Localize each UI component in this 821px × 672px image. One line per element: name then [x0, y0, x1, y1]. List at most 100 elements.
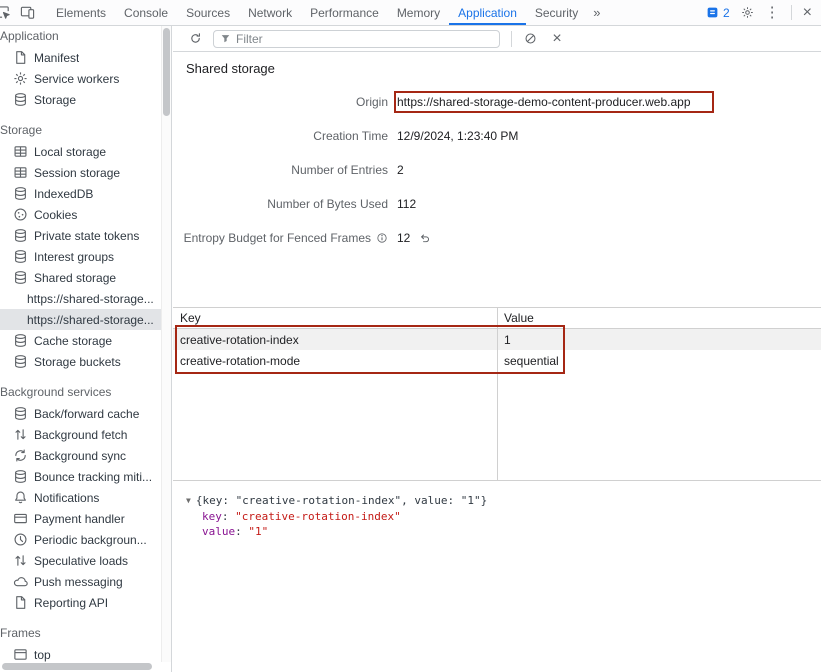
- more-tabs-icon[interactable]: »: [587, 0, 606, 25]
- tab-elements[interactable]: Elements: [47, 0, 115, 25]
- column-divider[interactable]: [497, 308, 498, 480]
- sidebar-item-reporting-api[interactable]: Reporting API: [0, 592, 171, 613]
- field-label: Origin: [173, 95, 388, 109]
- sidebar-item-back-forward-cache[interactable]: Back/forward cache: [0, 403, 171, 424]
- sidebar-item-payment-handler[interactable]: Payment handler: [0, 508, 171, 529]
- delete-selected-button[interactable]: ×: [548, 30, 566, 48]
- sidebar-item-background-sync[interactable]: Background sync: [0, 445, 171, 466]
- sidebar-horizontal-scrollbar-thumb[interactable]: [2, 663, 152, 670]
- sidebar-item-storage[interactable]: Storage: [0, 89, 171, 110]
- preview-property: value"1": [186, 524, 821, 540]
- sidebar-item-label: Back/forward cache: [34, 407, 139, 421]
- sidebar-item-cache-storage[interactable]: Cache storage: [0, 330, 171, 351]
- devtools-window: Elements Console Sources Network Perform…: [0, 0, 821, 672]
- preview-summary: {key: "creative-rotation-index", value: …: [196, 494, 487, 507]
- sidebar-item-interest-groups[interactable]: Interest groups: [0, 246, 171, 267]
- up-down-arrows-icon: [13, 553, 28, 568]
- sidebar-item-label: Background fetch: [34, 428, 127, 442]
- field-number-of-entries: Number of Entries 2: [173, 153, 821, 187]
- refresh-icon: [189, 32, 202, 45]
- shared-storage-toolbar: ×: [173, 26, 821, 52]
- sidebar-item-label: Notifications: [34, 491, 99, 505]
- database-icon: [13, 186, 28, 201]
- sidebar-item-bounce-tracking-mitigations[interactable]: Bounce tracking miti...: [0, 466, 171, 487]
- tab-label: Memory: [397, 6, 440, 20]
- cookie-icon: [13, 207, 28, 222]
- info-icon[interactable]: [376, 232, 388, 244]
- sidebar-item-label: Storage buckets: [34, 355, 121, 369]
- tab-performance[interactable]: Performance: [301, 0, 388, 25]
- database-icon: [13, 469, 28, 484]
- sidebar-item-private-state-tokens[interactable]: Private state tokens: [0, 225, 171, 246]
- sidebar-item-shared-storage-origin-2-selected[interactable]: https://shared-storage...: [0, 309, 171, 330]
- tab-label: Network: [248, 6, 292, 20]
- sidebar-item-push-messaging[interactable]: Push messaging: [0, 571, 171, 592]
- column-header-value[interactable]: Value: [497, 311, 534, 325]
- sidebar-item-indexeddb[interactable]: IndexedDB: [0, 183, 171, 204]
- sidebar-item-label: Service workers: [34, 72, 119, 86]
- sidebar-item-label: Reporting API: [34, 596, 108, 610]
- settings-gear-icon[interactable]: [741, 6, 754, 19]
- tab-security[interactable]: Security: [526, 0, 587, 25]
- sidebar-vertical-scrollbar-thumb[interactable]: [163, 28, 170, 116]
- payment-card-icon: [13, 511, 28, 526]
- column-header-key[interactable]: Key: [173, 311, 497, 325]
- preview-summary-line[interactable]: ▼ {key: "creative-rotation-index", value:…: [186, 493, 821, 509]
- tab-network[interactable]: Network: [239, 0, 301, 25]
- tab-console[interactable]: Console: [115, 0, 177, 25]
- collapse-triangle-icon[interactable]: ▼: [186, 493, 191, 509]
- toolbar-divider: [791, 5, 792, 20]
- sidebar-item-background-fetch[interactable]: Background fetch: [0, 424, 171, 445]
- sidebar-item-label: Private state tokens: [34, 229, 139, 243]
- database-icon: [13, 406, 28, 421]
- tab-sources[interactable]: Sources: [177, 0, 239, 25]
- sidebar-item-cookies[interactable]: Cookies: [0, 204, 171, 225]
- reset-budget-icon[interactable]: [419, 232, 431, 244]
- issues-count: 2: [723, 6, 730, 20]
- block-icon: [524, 32, 537, 45]
- filter-funnel-icon: [220, 33, 231, 44]
- sidebar-item-notifications[interactable]: Notifications: [0, 487, 171, 508]
- sidebar-item-service-workers[interactable]: Service workers: [0, 68, 171, 89]
- property-value: "creative-rotation-index": [235, 510, 401, 523]
- field-label: Creation Time: [173, 129, 388, 143]
- close-devtools-icon[interactable]: ×: [803, 5, 812, 21]
- sidebar-item-periodic-background-sync[interactable]: Periodic backgroun...: [0, 529, 171, 550]
- inspect-element-icon[interactable]: [0, 5, 11, 20]
- section-frames: Frames top: [0, 623, 171, 665]
- tab-label: Application: [458, 6, 517, 20]
- sidebar-item-shared-storage[interactable]: Shared storage: [0, 267, 171, 288]
- database-icon: [13, 354, 28, 369]
- sidebar-item-speculative-loads[interactable]: Speculative loads: [0, 550, 171, 571]
- toolbar-divider: [511, 31, 512, 47]
- field-label-text: Entropy Budget for Fenced Frames: [184, 231, 371, 245]
- sidebar-item-label: Cache storage: [34, 334, 112, 348]
- bell-icon: [13, 490, 28, 505]
- issues-icon: [706, 6, 719, 19]
- more-options-icon[interactable]: ⋮: [765, 5, 780, 20]
- manifest-icon: [13, 50, 28, 65]
- delete-all-button[interactable]: [521, 30, 539, 48]
- field-creation-time: Creation Time 12/9/2024, 1:23:40 PM: [173, 119, 821, 153]
- sidebar-item-label: Push messaging: [34, 575, 123, 589]
- sidebar-item-top-frame[interactable]: top: [0, 644, 171, 665]
- tab-memory[interactable]: Memory: [388, 0, 449, 25]
- sidebar-item-manifest[interactable]: Manifest: [0, 47, 171, 68]
- sidebar-item-label: Speculative loads: [34, 554, 128, 568]
- sidebar-item-session-storage[interactable]: Session storage: [0, 162, 171, 183]
- issues-counter[interactable]: 2: [706, 6, 730, 20]
- refresh-button[interactable]: [186, 30, 204, 48]
- service-worker-icon: [13, 71, 28, 86]
- sidebar-item-storage-buckets[interactable]: Storage buckets: [0, 351, 171, 372]
- section-title-background-services: Background services: [0, 382, 171, 403]
- filter-input[interactable]: [236, 32, 493, 46]
- sidebar-item-label: Session storage: [34, 166, 120, 180]
- preview-property: key"creative-rotation-index": [186, 509, 821, 525]
- device-toolbar-icon[interactable]: [20, 5, 35, 20]
- field-origin: Origin https://shared-storage-demo-conte…: [173, 85, 821, 119]
- database-icon: [13, 92, 28, 107]
- sidebar-item-shared-storage-origin-1[interactable]: https://shared-storage...: [0, 288, 171, 309]
- tab-application[interactable]: Application: [449, 0, 526, 25]
- sidebar-item-local-storage[interactable]: Local storage: [0, 141, 171, 162]
- sidebar-vertical-scrollbar-track: [161, 26, 171, 662]
